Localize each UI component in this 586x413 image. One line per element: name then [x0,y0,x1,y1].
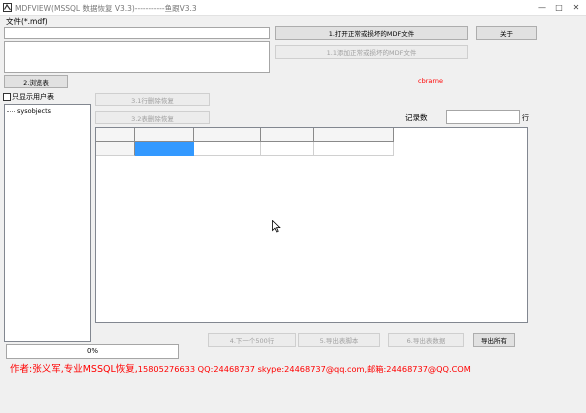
grid-cell[interactable] [194,142,261,156]
grid-column-header[interactable] [135,128,194,142]
record-count-input[interactable] [446,110,520,124]
tree-item-sysobjects[interactable]: sysobjects [7,107,51,115]
tree-connector [7,110,15,112]
grid-column-header[interactable] [314,128,394,142]
progress-text: 0% [86,347,99,355]
author-prefix: 作者:张义军,专业MSSQL恢复, [10,364,138,375]
table-tree[interactable]: sysobjects [4,104,91,342]
author-info: 作者:张义军,专业MSSQL恢复,15805276633 QQ:24468737… [10,361,471,375]
app-icon [3,3,12,12]
show-user-tables-label: 只显示用户表 [12,93,54,101]
export-all-button[interactable]: 导出所有 [473,333,515,347]
grid-cell[interactable] [314,142,394,156]
status-text: cbrarne [418,77,444,85]
export-script-button[interactable]: 5.导出表脚本 [298,333,380,347]
file-path-input[interactable] [4,27,270,39]
tree-item-label: sysobjects [17,107,52,115]
minimize-icon[interactable]: — [536,2,548,13]
data-grid[interactable] [95,127,528,323]
open-mdf-button[interactable]: 1.打开正常或损坏的MDF文件 [275,26,468,40]
author-contact: 15805276633 QQ:24468737 skype:24468737@q… [137,364,471,374]
maximize-icon[interactable]: □ [553,2,565,13]
about-button[interactable]: 关于 [476,26,537,40]
mouse-cursor-icon [272,220,281,233]
grid-cell[interactable] [261,142,314,156]
show-user-tables-checkbox[interactable] [3,93,11,101]
grid-row-header[interactable] [96,142,135,156]
grid-corner-header [96,128,135,142]
progress-bar: 0% [6,344,179,359]
row-delete-recovery-button[interactable]: 3.1行删除恢复 [95,93,210,106]
grid-column-header[interactable] [194,128,261,142]
title-bar: MDFVIEW(MSSQL 数据恢复 V3.3)-----------鱼跟V3.… [0,0,586,16]
browse-tables-button[interactable]: 2.浏览表 [4,75,68,88]
grid-column-header[interactable] [261,128,314,142]
add-mdf-button[interactable]: 1.1添加正常或损坏的MDF文件 [275,45,468,59]
record-count-label: 记录数 [405,113,428,122]
window-title: MDFVIEW(MSSQL 数据恢复 V3.3)-----------鱼跟V3.… [15,4,197,13]
app-window: MDFVIEW(MSSQL 数据恢复 V3.3)-----------鱼跟V3.… [0,0,586,413]
next-page-button[interactable]: 4.下一个500行 [208,333,296,347]
file-label: 文件(*.mdf) [6,17,48,26]
close-icon[interactable]: ✕ [570,2,582,13]
record-count-unit: 行 [522,114,529,122]
export-data-button[interactable]: 6.导出表数据 [388,333,464,347]
table-delete-recovery-button[interactable]: 3.2表删除恢复 [95,111,210,124]
grid-cell-selected[interactable] [135,142,194,156]
file-list-box[interactable] [4,41,270,73]
